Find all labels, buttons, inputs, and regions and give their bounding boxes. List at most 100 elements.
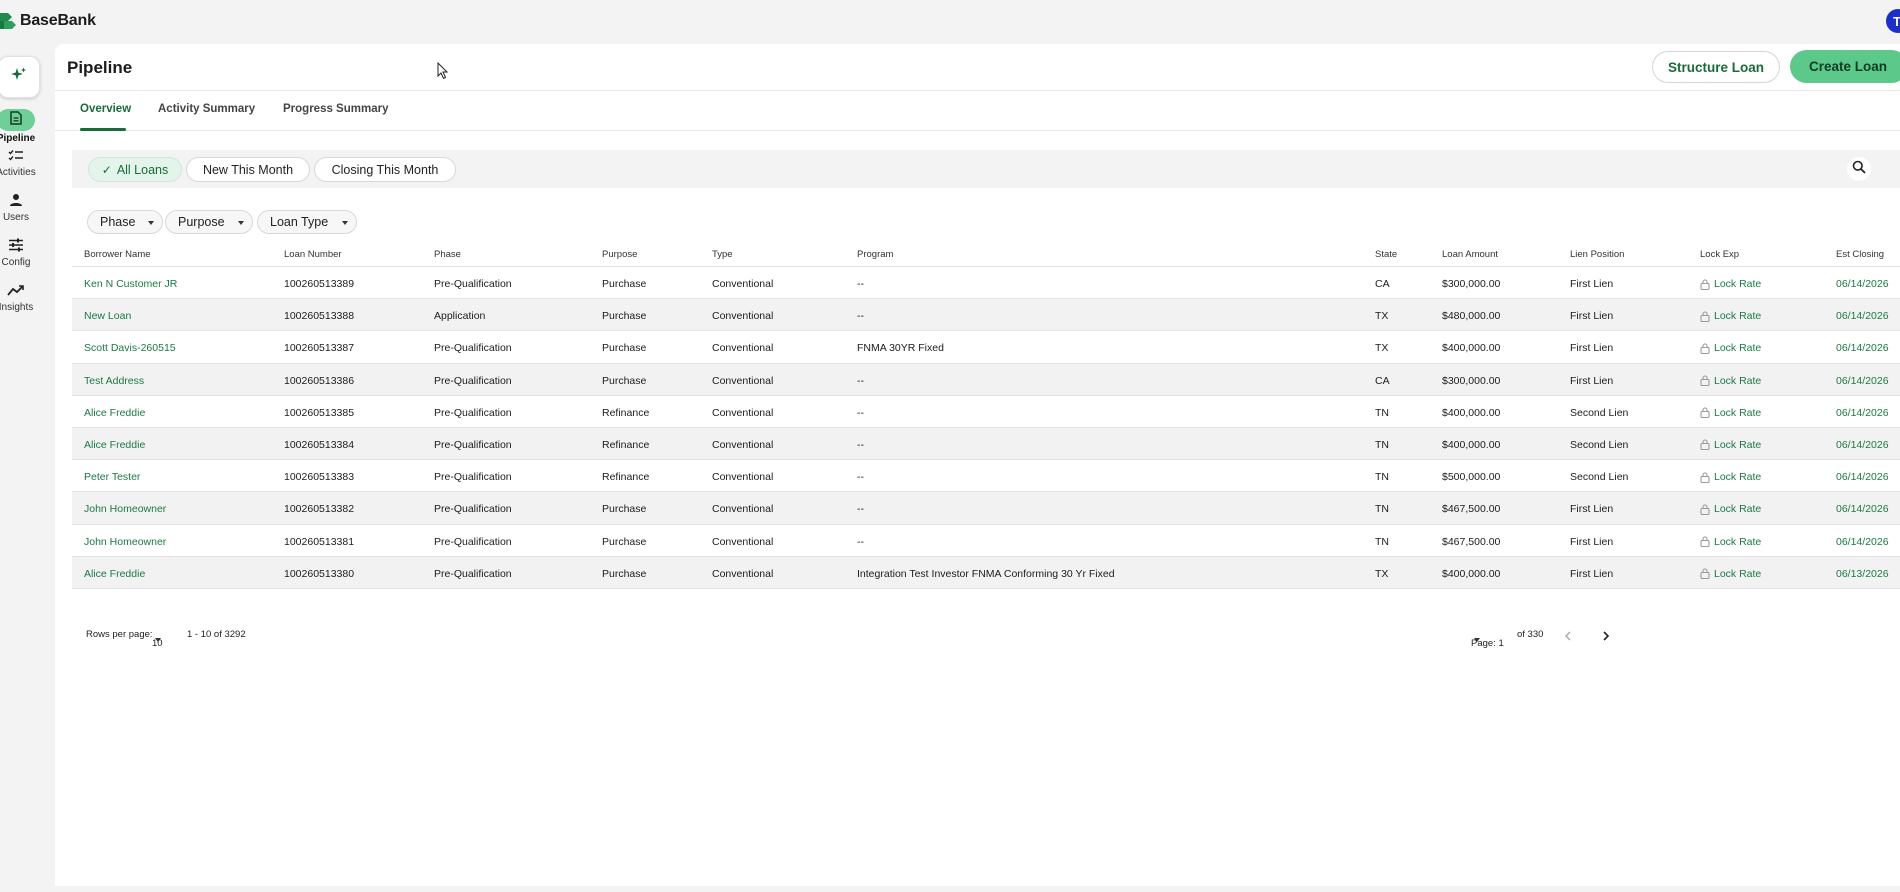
cell-est-closing: 06/14/2026 [1836,374,1889,387]
trend-icon [7,283,25,301]
table-row[interactable]: Scott Davis-260515 100260513387 Pre-Qualif… [72,331,1900,364]
cell-lien-position: First Lien [1570,278,1614,290]
cell-lock-exp[interactable]: Lock Rate [1700,503,1761,515]
rail-item-config[interactable]: Config [0,238,36,268]
column-header-program[interactable]: Program [857,249,893,260]
loan-type-dropdown[interactable]: Loan Type [257,210,357,234]
column-header-type[interactable]: Type [712,249,733,260]
dropdown-label: Loan Type [270,215,329,229]
column-header-phase[interactable]: Phase [434,249,461,260]
prev-page-button[interactable] [1556,622,1580,646]
table-row[interactable]: Ken N Customer JR 100260513389 Pre-Qualifi… [72,267,1900,300]
cell-state: TN [1375,471,1389,484]
create-loan-button[interactable]: Create Loan [1790,50,1900,83]
column-header-loan-amount[interactable]: Loan Amount [1442,249,1498,260]
purpose-dropdown[interactable]: Purpose [165,210,253,234]
cell-loan-number: 100260513380 [284,567,355,580]
brand[interactable]: BaseBank [0,12,96,30]
cell-loan-number: 100260513385 [284,406,355,419]
cell-type: Conventional [712,567,774,580]
structure-loan-button[interactable]: Structure Loan [1652,51,1780,83]
panel-header: Pipeline Structure Loan Create Loan [55,44,1900,91]
chip-closing-this-month[interactable]: Closing This Month [314,157,456,182]
cell-loan-number: 100260513383 [284,471,355,484]
column-header-est-closing[interactable]: Est Closing [1836,249,1884,260]
column-header-lock-exp[interactable]: Lock Exp [1700,249,1739,260]
chip-all-loans[interactable]: ✓ All Loans [88,157,182,182]
table-row[interactable]: Peter Tester 100260513383 Pre-Qualificatio… [72,460,1900,493]
cell-borrower-name[interactable]: Alice Freddie [84,407,145,419]
avatar[interactable]: T [1886,9,1900,33]
cell-purpose: Purchase [602,535,647,548]
column-header-state[interactable]: State [1375,249,1397,260]
cell-lien-position: First Lien [1570,567,1614,580]
cell-lock-exp[interactable]: Lock Rate [1700,439,1761,451]
chip-new-this-month[interactable]: New This Month [186,157,310,182]
cell-loan-amount: $467,500.00 [1442,503,1501,516]
column-header-purpose[interactable]: Purpose [602,249,637,260]
cell-borrower-name[interactable]: Ken N Customer JR [84,278,177,290]
cell-est-closing: 06/13/2026 [1836,567,1889,580]
lock-rate-label: Lock Rate [1714,406,1762,419]
table-row[interactable]: Alice Freddie 100260513384 Pre-Qualificati… [72,427,1900,461]
phase-dropdown[interactable]: Phase [87,210,163,234]
cell-lock-exp[interactable]: Lock Rate [1700,471,1761,483]
page-title: Pipeline [67,58,133,77]
cell-phase: Pre-Qualification [434,535,512,548]
tab-progress-summary[interactable]: Progress Summary [283,103,388,115]
chip-label: New This Month [202,162,294,177]
rail-label-config: Config [1,257,31,268]
sparkle-icon [10,66,28,89]
cell-borrower-name[interactable]: Alice Freddie [84,568,145,580]
rail-item-pipeline[interactable]: Pipeline [0,109,36,144]
cell-lock-exp[interactable]: Lock Rate [1700,342,1761,354]
cell-purpose: Purchase [602,310,647,323]
table-row[interactable]: Test Address 100260513386 Pre-Qualificatio… [72,363,1900,396]
ai-assistant-button[interactable] [0,56,40,98]
column-header-lien-position[interactable]: Lien Position [1570,249,1624,260]
cell-lien-position: First Lien [1570,310,1614,323]
table-header: Borrower Name Loan Number Phase Purpose Type… [72,238,1900,267]
cell-lien-position: Second Lien [1570,438,1629,451]
cell-borrower-name[interactable]: Scott Davis-260515 [84,342,176,354]
cell-lock-exp[interactable]: Lock Rate [1700,375,1761,387]
cell-borrower-name[interactable]: Test Address [84,375,144,387]
rail-label-insights: Insights [0,302,34,313]
table-row[interactable]: Alice Freddie 100260513380 Pre-Qualificati… [72,556,1900,589]
cell-lock-exp[interactable]: Lock Rate [1700,407,1761,419]
cell-lock-exp[interactable]: Lock Rate [1700,536,1761,548]
tab-overview[interactable]: Overview [80,103,131,115]
next-page-button[interactable] [1594,622,1618,646]
chevron-right-icon [1602,631,1610,644]
search-button[interactable] [1847,157,1871,181]
main-panel: Pipeline Structure Loan Create Loan Over… [55,44,1900,886]
column-header-borrower-name[interactable]: Borrower Name [84,249,151,260]
rail-item-insights[interactable]: Insights [0,284,36,313]
cell-loan-amount: $500,000.00 [1442,471,1501,484]
caret-down-icon [155,638,161,642]
tab-activity-summary[interactable]: Activity Summary [158,103,255,115]
cell-borrower-name[interactable]: Alice Freddie [84,439,145,451]
rail-item-activities[interactable]: Activities [0,149,36,178]
column-header-loan-number[interactable]: Loan Number [284,249,342,260]
user-icon [9,193,23,212]
document-icon [10,110,22,130]
cell-lock-exp[interactable]: Lock Rate [1700,568,1761,580]
table-row[interactable]: John Homeowner 100260513381 Pre-Qualificat… [72,525,1900,557]
table-row[interactable]: Alice Freddie 100260513385 Pre-Qualificati… [72,396,1900,428]
table-row[interactable]: New Loan 100260513388 Application Purchase C… [72,299,1900,332]
cell-borrower-name[interactable]: Peter Tester [84,471,140,483]
cell-borrower-name[interactable]: John Homeowner [84,536,166,548]
lock-rate-label: Lock Rate [1714,342,1762,355]
caret-down-icon [238,221,244,225]
chevron-left-icon [1564,631,1572,644]
rail-item-users[interactable]: Users [0,193,36,223]
quick-filter-bar: ✓ All Loans New This Month Closing This … [72,150,1900,188]
table-row[interactable]: John Homeowner 100260513382 Pre-Qualificat… [72,492,1900,525]
cell-lock-exp[interactable]: Lock Rate [1700,278,1761,290]
cell-borrower-name[interactable]: New Loan [84,310,131,322]
cell-loan-number: 100260513386 [284,374,355,387]
cell-lock-exp[interactable]: Lock Rate [1700,310,1761,322]
cell-borrower-name[interactable]: John Homeowner [84,503,166,515]
cell-program: FNMA 30YR Fixed [857,342,944,355]
